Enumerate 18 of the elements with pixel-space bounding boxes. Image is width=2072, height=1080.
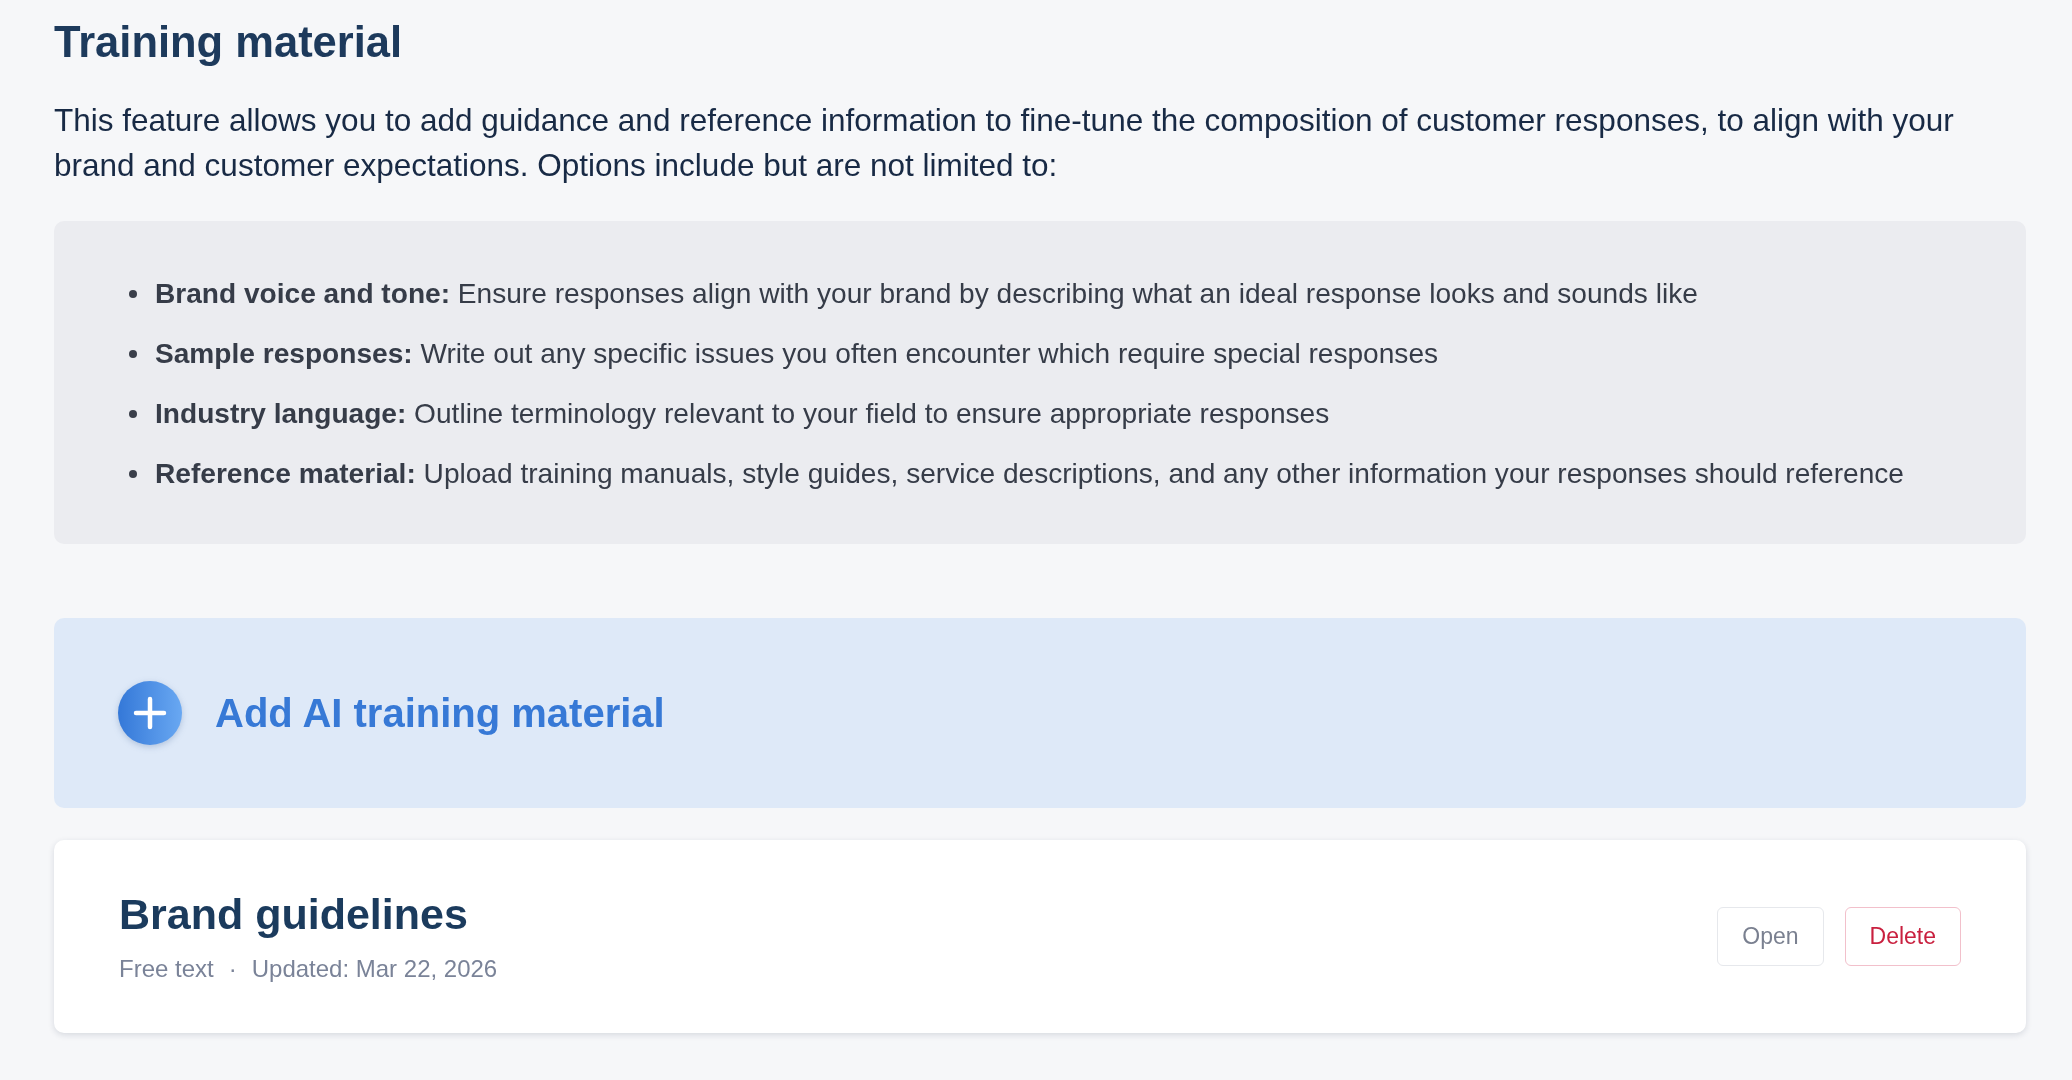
option-text: Reference material: Upload training manuals, style guides, service descriptions, and any other information your responses should reference <box>155 457 1904 491</box>
plus-icon <box>118 681 182 745</box>
material-type: Free text <box>119 954 214 984</box>
delete-button[interactable]: Delete <box>1844 907 1961 966</box>
option-text: Industry language: Outline terminology relevant to your field to ensure appropriate responses <box>155 397 1330 431</box>
bullet-icon <box>129 290 137 298</box>
meta-separator: · <box>228 954 237 984</box>
option-text: Sample responses: Write out any specific issues you often encounter which require special responses <box>155 337 1439 371</box>
bullet-icon <box>129 350 137 358</box>
page-title: Training material <box>54 17 403 67</box>
bullet-icon <box>129 410 137 418</box>
add-training-material-button[interactable]: Add AI training material <box>54 618 2026 808</box>
bullet-icon <box>129 470 137 478</box>
updated-date: Updated: Mar 22, 2026 <box>251 954 498 984</box>
option-text: Brand voice and tone: Ensure responses align with your brand by describing what an ideal response looks and sounds like <box>155 277 1698 311</box>
material-title: Brand guidelines <box>119 889 469 939</box>
open-button[interactable]: Open <box>1717 907 1824 966</box>
intro-paragraph: This feature allows you to add guidance and reference information to fine-tune the composition of customer responses, to align with your brand and customer expectations. Options include but are not limited to: <box>54 101 1955 185</box>
